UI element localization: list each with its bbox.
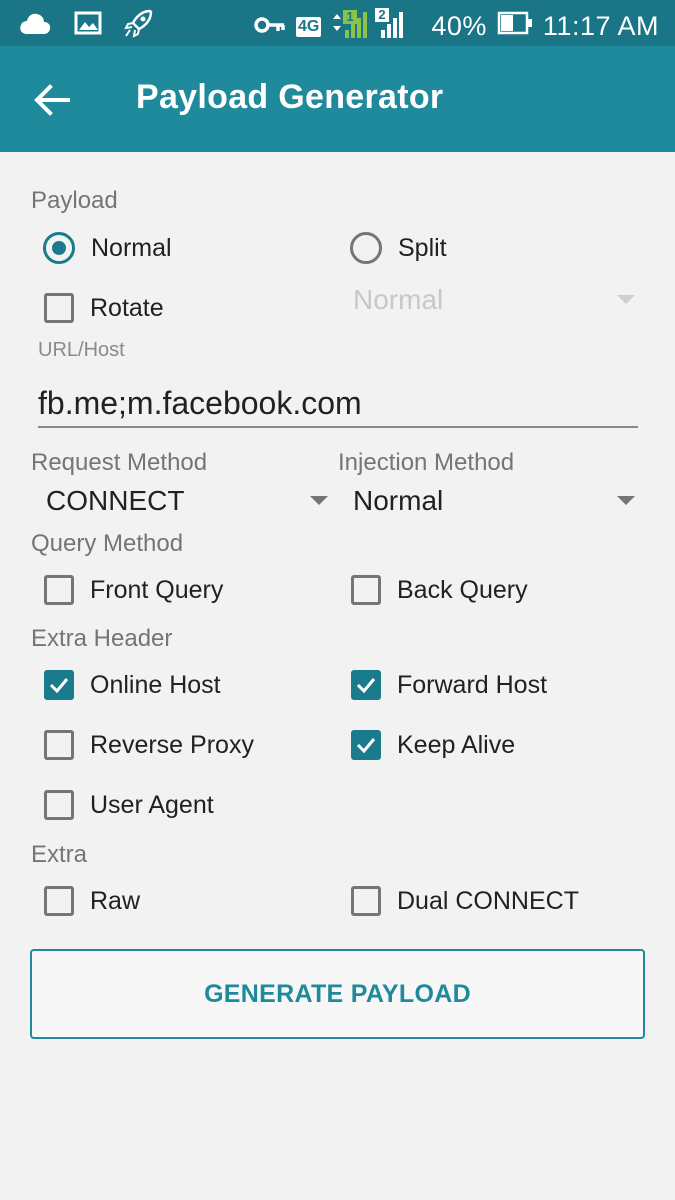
checkbox-unchecked-icon xyxy=(44,575,74,605)
injection-method-value: Normal xyxy=(353,485,444,516)
raw-checkbox[interactable]: Raw xyxy=(44,886,140,916)
back-query-label: Back Query xyxy=(397,575,528,604)
raw-label: Raw xyxy=(90,886,141,915)
sim2-number: 2 xyxy=(379,7,386,22)
dropdown-arrow-icon xyxy=(310,496,328,505)
checkbox-unchecked-icon xyxy=(351,886,381,916)
split-radio[interactable]: Split xyxy=(350,232,447,264)
back-arrow-icon[interactable] xyxy=(28,78,76,122)
checkbox-unchecked-icon xyxy=(351,575,381,605)
keep-alive-checkbox[interactable]: Keep Alive xyxy=(351,730,515,760)
query-method-label: Query Method xyxy=(31,530,184,557)
back-query-checkbox[interactable]: Back Query xyxy=(351,575,528,605)
normal-radio-label: Normal xyxy=(91,233,172,262)
dropdown-arrow-icon xyxy=(617,295,635,304)
user-agent-label: User Agent xyxy=(90,790,214,819)
status-bar: 4G 12 40% 11:17 AM xyxy=(0,0,675,46)
checkbox-checked-icon xyxy=(44,670,74,700)
split-radio-label: Split xyxy=(398,233,447,262)
request-method-dropdown[interactable]: CONNECT xyxy=(46,485,332,521)
app-bar: Payload Generator xyxy=(0,46,675,152)
online-host-label: Online Host xyxy=(90,670,221,699)
injection-method-label: Injection Method xyxy=(338,449,515,476)
url-host-label: URL/Host xyxy=(38,339,125,361)
injection-method-dropdown[interactable]: Normal xyxy=(353,485,639,521)
dual-connect-checkbox[interactable]: Dual CONNECT xyxy=(351,886,579,916)
reverse-proxy-label: Reverse Proxy xyxy=(90,730,254,759)
dropdown-arrow-icon xyxy=(617,496,635,505)
sim1-number: 1 xyxy=(347,9,354,24)
page-title: Payload Generator xyxy=(136,78,444,116)
key-icon xyxy=(254,11,286,42)
network-type-badge: 4G xyxy=(296,16,322,37)
battery-icon xyxy=(497,11,533,42)
forward-host-label: Forward Host xyxy=(397,670,548,699)
extra-header-label: Extra Header xyxy=(31,625,173,652)
user-agent-checkbox[interactable]: User Agent xyxy=(44,790,214,820)
split-mode-dropdown[interactable]: Normal xyxy=(353,284,639,320)
dual-connect-label: Dual CONNECT xyxy=(397,886,579,915)
forward-host-checkbox[interactable]: Forward Host xyxy=(351,670,547,700)
front-query-checkbox[interactable]: Front Query xyxy=(44,575,223,605)
rotate-checkbox[interactable]: Rotate xyxy=(44,293,164,323)
keep-alive-label: Keep Alive xyxy=(397,730,516,759)
request-method-label: Request Method xyxy=(31,449,208,476)
generate-payload-button[interactable]: GENERATE PAYLOAD xyxy=(30,949,645,1039)
rocket-icon xyxy=(124,8,154,43)
url-host-input[interactable] xyxy=(38,380,638,428)
normal-radio[interactable]: Normal xyxy=(43,232,172,264)
checkbox-unchecked-icon xyxy=(44,293,74,323)
checkbox-unchecked-icon xyxy=(44,886,74,916)
checkbox-checked-icon xyxy=(351,670,381,700)
checkbox-unchecked-icon xyxy=(44,790,74,820)
radio-unchecked-icon xyxy=(350,232,382,264)
radio-checked-icon xyxy=(43,232,75,264)
split-mode-value: Normal xyxy=(353,284,444,315)
payload-section-label: Payload xyxy=(31,187,118,214)
clock: 11:17 AM xyxy=(542,11,659,41)
image-icon xyxy=(74,10,102,41)
request-method-value: CONNECT xyxy=(46,485,185,516)
front-query-label: Front Query xyxy=(90,575,224,604)
signal-icon: 12 xyxy=(331,6,421,47)
battery-percent: 40% xyxy=(431,11,487,41)
online-host-checkbox[interactable]: Online Host xyxy=(44,670,221,700)
extra-section-label: Extra xyxy=(31,841,88,868)
checkbox-checked-icon xyxy=(351,730,381,760)
checkbox-unchecked-icon xyxy=(44,730,74,760)
cloud-icon xyxy=(18,10,52,41)
rotate-label: Rotate xyxy=(90,293,164,322)
reverse-proxy-checkbox[interactable]: Reverse Proxy xyxy=(44,730,254,760)
